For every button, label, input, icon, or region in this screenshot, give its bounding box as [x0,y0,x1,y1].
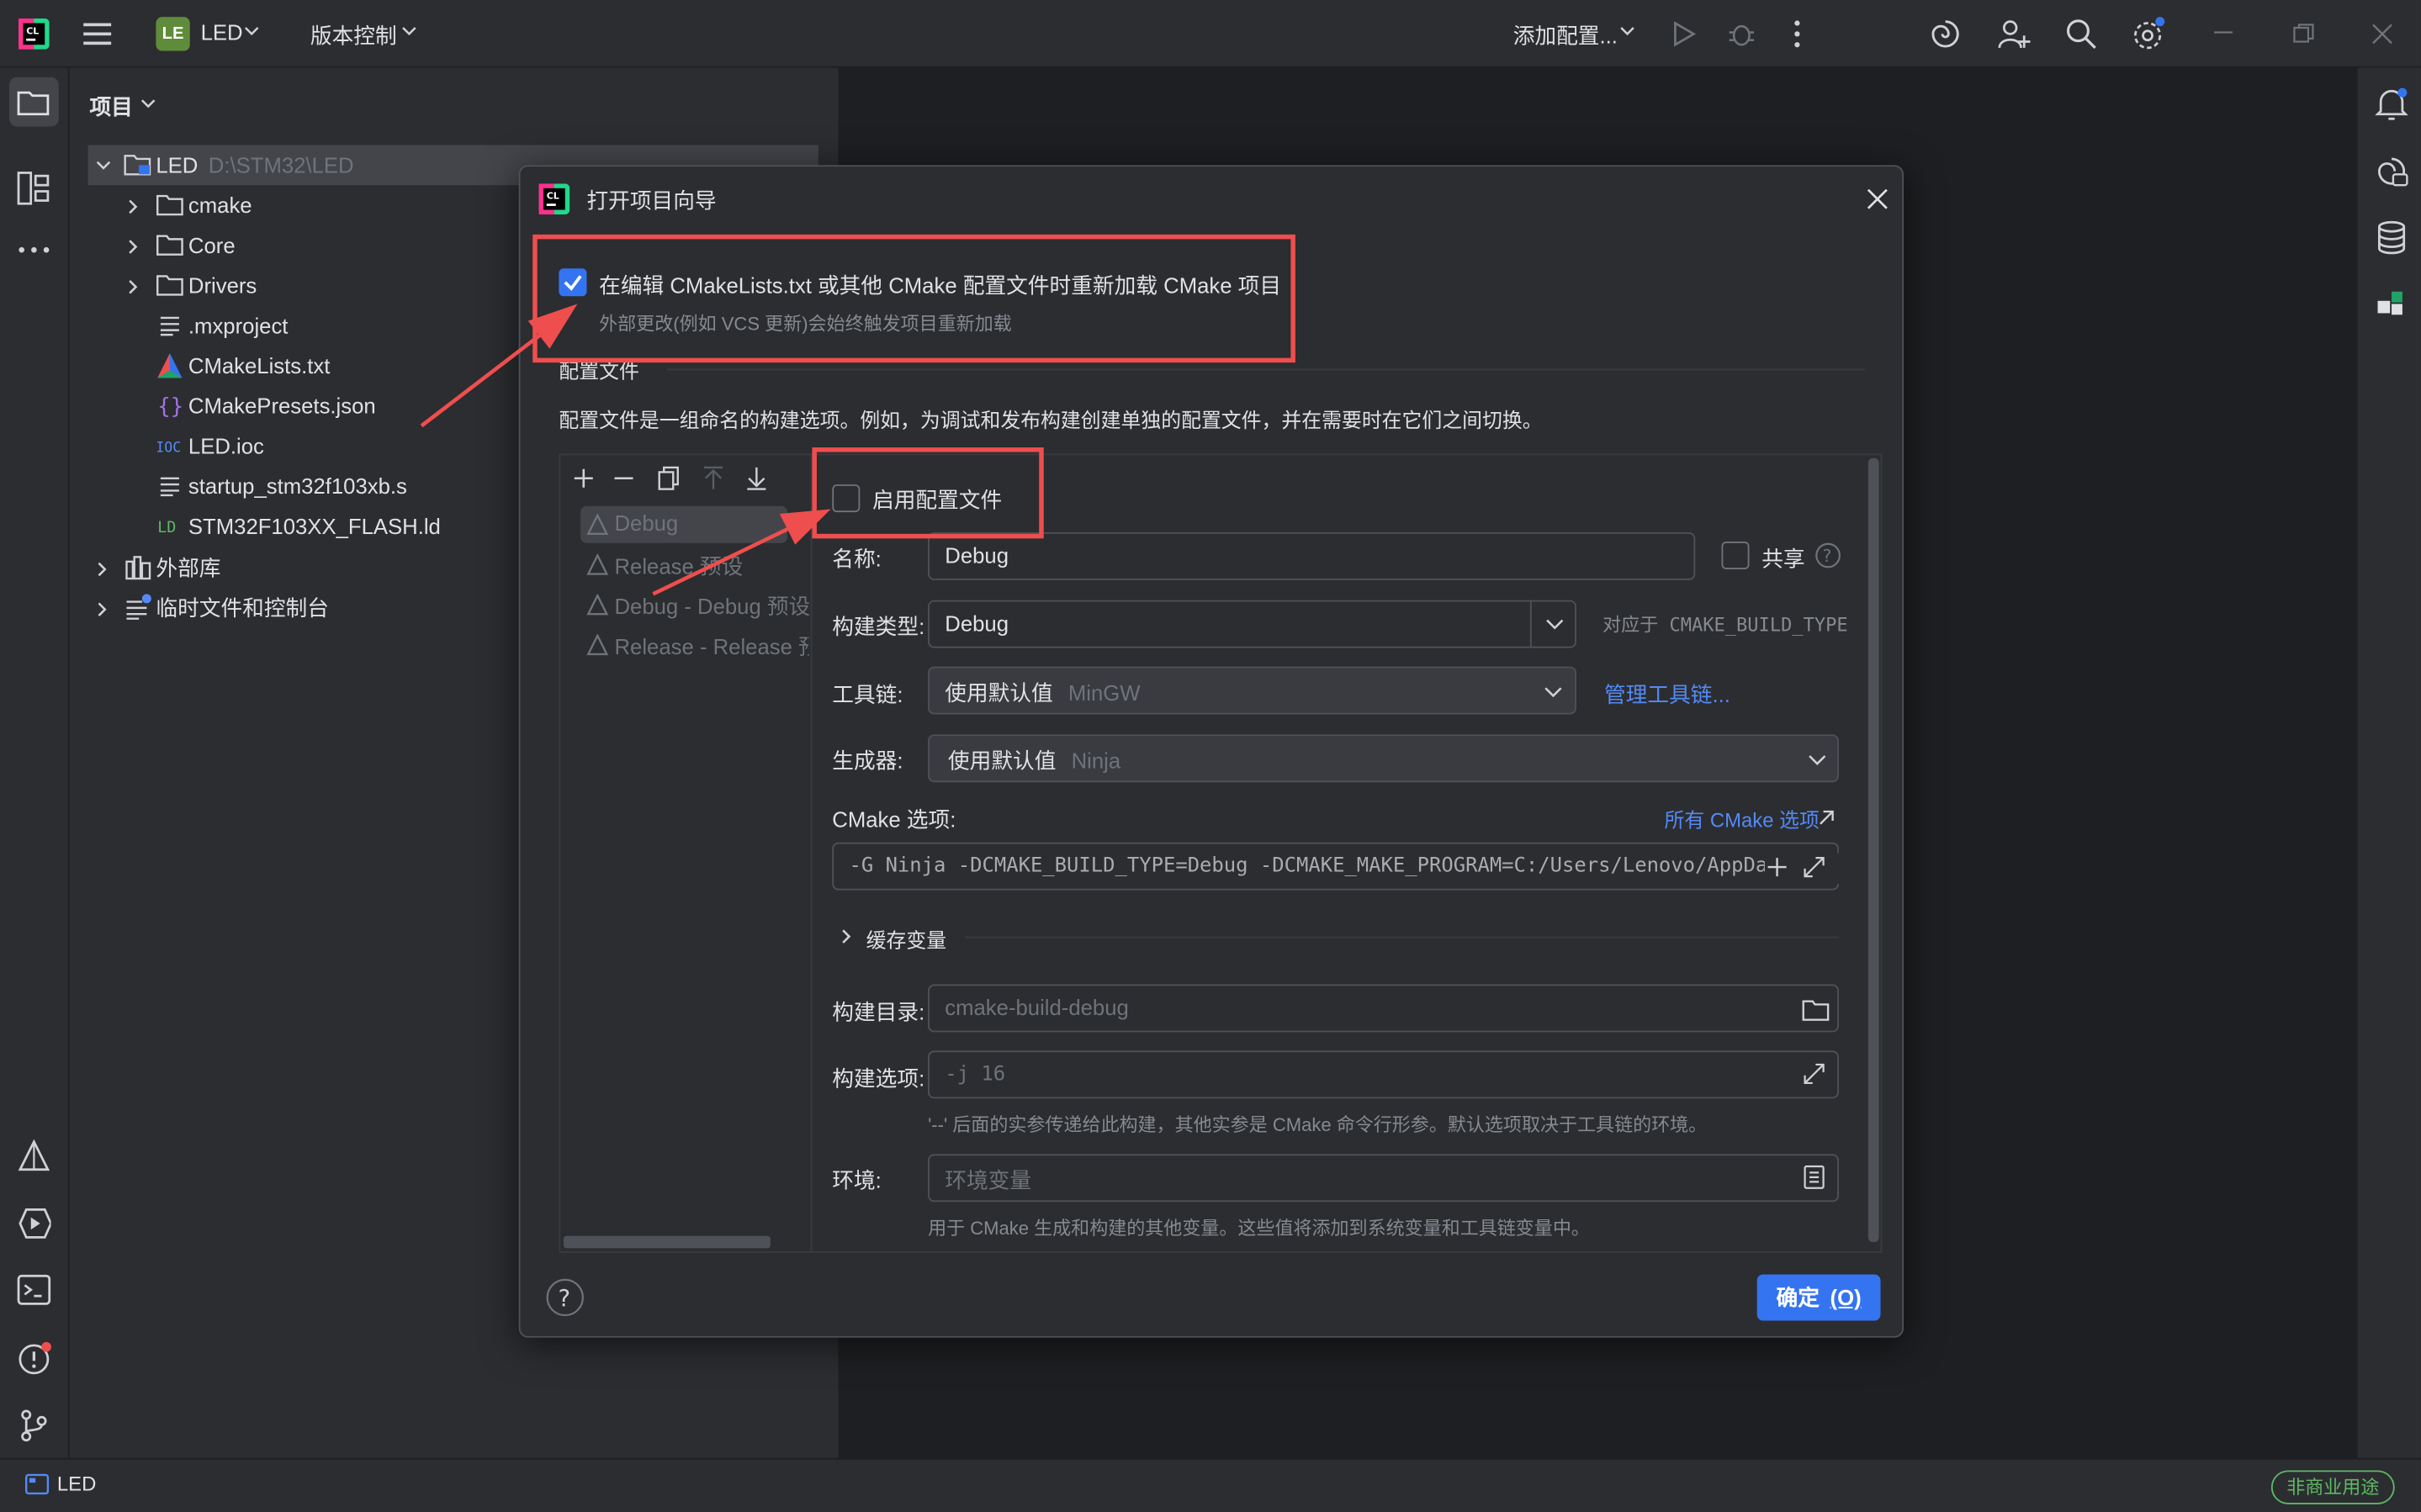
annotation-arrowhead-reload [527,304,578,349]
annotation-arrowhead-enable [779,509,831,545]
annotation-arrow-enable [652,527,789,596]
annotation-arrow-reload [420,333,542,428]
annotation-arrows [420,304,831,596]
